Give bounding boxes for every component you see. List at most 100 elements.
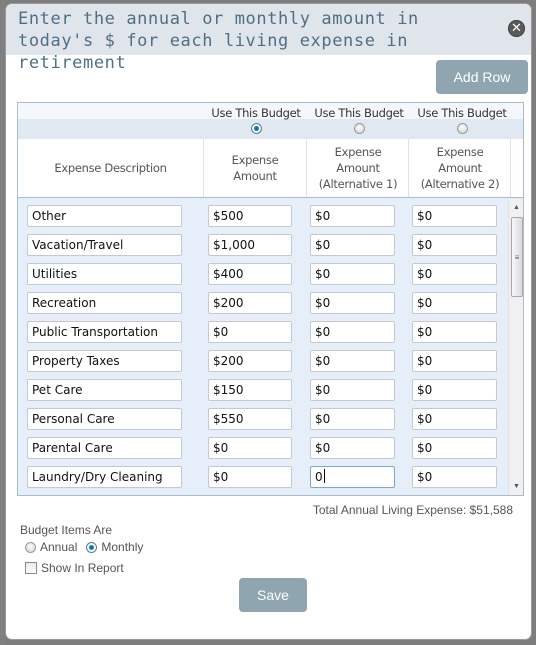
scroll-down-arrow-icon[interactable]: ▼ xyxy=(509,480,523,494)
save-button[interactable]: Save xyxy=(239,578,307,612)
alt1-amount-input[interactable]: $0 xyxy=(310,321,395,343)
alt2-amount-input[interactable]: $0 xyxy=(412,437,497,459)
description-input[interactable]: Pet Care xyxy=(27,379,182,401)
use-budget-primary: Use This Budget xyxy=(204,106,308,134)
table-row: Vacation/Travel $1,000 $0 $0 xyxy=(18,234,508,263)
column-divider xyxy=(510,139,511,197)
alt2-amount-input[interactable]: $0 xyxy=(412,466,497,488)
description-input[interactable] xyxy=(27,495,182,496)
amount-input[interactable]: $150 xyxy=(208,379,292,401)
alt2-amount-input[interactable]: $0 xyxy=(412,205,497,227)
description-input[interactable]: Utilities xyxy=(27,263,182,285)
alt2-amount-input[interactable]: $0 xyxy=(412,408,497,430)
dialog-title: Enter the annual or monthly amount in to… xyxy=(18,9,419,73)
table-row: Parental Care $0 $0 $0 xyxy=(18,437,508,466)
alt1-amount-input[interactable]: $0 xyxy=(310,408,395,430)
budget-items-label: Budget Items Are xyxy=(20,523,113,537)
amount-input[interactable]: $0 xyxy=(208,466,292,488)
table-row: Public Transportation $0 $0 $0 xyxy=(18,321,508,350)
alt1-amount-input[interactable]: $0 xyxy=(310,350,395,372)
alt2-amount-input[interactable]: $0 xyxy=(412,263,497,285)
alt2-amount-input[interactable] xyxy=(412,495,497,496)
table-row: Property Taxes $200 $0 $0 xyxy=(18,350,508,379)
alt1-amount-input[interactable]: $0 xyxy=(310,379,395,401)
table-row: Utilities $400 $0 $0 xyxy=(18,263,508,292)
scroll-up-arrow-icon[interactable]: ▲ xyxy=(509,201,523,215)
alt1-amount-input[interactable]: 0 xyxy=(310,466,395,488)
column-header-alt1: Expense Amount (Alternative 1) xyxy=(307,139,409,197)
alt2-amount-input[interactable]: $0 xyxy=(412,321,497,343)
column-header-line: Amount xyxy=(438,161,482,175)
column-header-description: Expense Description xyxy=(18,139,203,197)
column-header-line: Amount xyxy=(336,161,380,175)
close-icon[interactable]: ✕ xyxy=(508,20,525,37)
description-input[interactable]: Recreation xyxy=(27,292,182,314)
alt2-amount-input[interactable]: $0 xyxy=(412,379,497,401)
alt1-amount-input[interactable]: $0 xyxy=(310,234,395,256)
table-row: Other $500 $0 $0 xyxy=(18,205,508,234)
table-row xyxy=(18,495,508,496)
description-input[interactable]: Parental Care xyxy=(27,437,182,459)
table-row: Personal Care $550 $0 $0 xyxy=(18,408,508,437)
amount-input[interactable]: $0 xyxy=(208,437,292,459)
add-row-button[interactable]: Add Row xyxy=(436,60,528,94)
show-in-report-option[interactable]: Show In Report xyxy=(25,561,124,575)
description-input[interactable]: Personal Care xyxy=(27,408,182,430)
expense-table: Use This Budget Use This Budget Use This… xyxy=(17,102,524,496)
alt2-amount-input[interactable]: $0 xyxy=(412,350,497,372)
period-option-annual[interactable]: Annual xyxy=(25,540,77,554)
amount-input[interactable]: $400 xyxy=(208,263,292,285)
use-budget-label: Use This Budget xyxy=(417,106,507,120)
use-budget-alt1: Use This Budget xyxy=(307,106,411,134)
table-scrollbar[interactable]: ▲ ≡ ▼ xyxy=(508,199,523,495)
use-budget-alt2: Use This Budget xyxy=(410,106,514,134)
alt1-amount-input[interactable] xyxy=(310,495,395,496)
table-row: Laundry/Dry Cleaning $0 0 $0 xyxy=(18,466,508,495)
description-input[interactable]: Public Transportation xyxy=(27,321,182,343)
show-in-report-label: Show In Report xyxy=(41,561,124,575)
table-row: Pet Care $150 $0 $0 xyxy=(18,379,508,408)
alt1-amount-input[interactable]: $0 xyxy=(310,437,395,459)
column-header-line: (Alternative 2) xyxy=(420,177,500,191)
use-budget-radio-alt1[interactable] xyxy=(353,123,365,134)
monthly-label: Monthly xyxy=(101,540,144,554)
alt1-amount-input[interactable]: $0 xyxy=(310,205,395,227)
description-input[interactable]: Vacation/Travel xyxy=(27,234,182,256)
table-body: Other $500 $0 $0 Vacation/Travel $1,000 $0 $0 Ut… xyxy=(18,199,508,496)
use-budget-radio-alt2[interactable] xyxy=(456,123,468,134)
annual-radio[interactable] xyxy=(25,541,36,553)
alt2-amount-input[interactable]: $0 xyxy=(412,234,497,256)
amount-input[interactable]: $550 xyxy=(208,408,292,430)
dialog-header: Enter the annual or monthly amount in to… xyxy=(6,4,531,73)
amount-input[interactable]: $500 xyxy=(208,205,292,227)
column-header-line: Expense xyxy=(334,145,382,159)
alt2-amount-input[interactable]: $0 xyxy=(412,292,497,314)
amount-input[interactable]: $200 xyxy=(208,350,292,372)
description-input[interactable]: Property Taxes xyxy=(27,350,182,372)
show-in-report-checkbox[interactable] xyxy=(25,562,37,574)
period-option-monthly[interactable]: Monthly xyxy=(86,540,143,554)
table-header: Use This Budget Use This Budget Use This… xyxy=(18,103,523,198)
column-header-alt2: Expense Amount (Alternative 2) xyxy=(409,139,511,197)
text-caret xyxy=(323,469,325,483)
annual-label: Annual xyxy=(40,540,78,554)
column-header-amount: Expense Amount xyxy=(204,139,306,197)
description-input[interactable]: Other xyxy=(27,205,182,227)
amount-input[interactable] xyxy=(208,495,292,496)
alt1-amount-input[interactable]: $0 xyxy=(310,292,395,314)
amount-input[interactable]: $1,000 xyxy=(208,234,292,256)
total-annual-expense: Total Annual Living Expense: $51,588 xyxy=(312,503,513,517)
column-header-line: Amount xyxy=(233,169,277,183)
use-budget-radio-primary[interactable] xyxy=(250,123,262,134)
use-budget-label: Use This Budget xyxy=(211,106,301,120)
table-row: Recreation $200 $0 $0 xyxy=(18,292,508,321)
amount-input[interactable]: $0 xyxy=(208,321,292,343)
column-header-line: Expense xyxy=(231,153,279,167)
living-expense-dialog: Enter the annual or monthly amount in to… xyxy=(5,3,532,640)
monthly-radio[interactable] xyxy=(86,541,98,553)
scroll-thumb[interactable]: ≡ xyxy=(511,217,523,297)
description-input[interactable]: Laundry/Dry Cleaning xyxy=(27,466,182,488)
budget-period-radio-group: Annual Monthly xyxy=(25,540,152,554)
alt1-amount-input[interactable]: $0 xyxy=(310,263,395,285)
amount-input[interactable]: $200 xyxy=(208,292,292,314)
